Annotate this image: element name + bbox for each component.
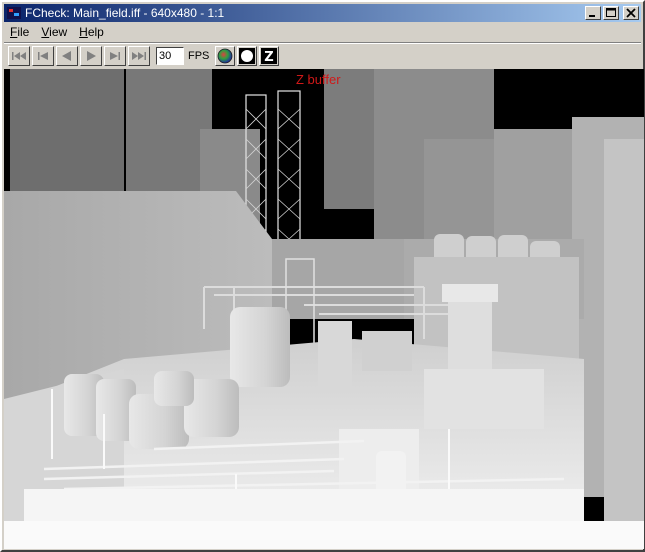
skip-to-start-icon xyxy=(12,52,26,60)
title-bar[interactable]: FCheck: Main_field.iff - 640x480 - 1:1 xyxy=(4,4,641,22)
rgb-channel-icon xyxy=(218,48,233,64)
menu-help[interactable]: Help xyxy=(73,25,110,39)
zdepth-mode-button[interactable]: Z xyxy=(259,46,280,66)
step-forward-button[interactable] xyxy=(104,46,126,66)
play-button[interactable] xyxy=(80,46,102,66)
menu-view-label: iew xyxy=(49,25,68,39)
z-depth-glyph: Z xyxy=(265,50,274,64)
image-viewport[interactable]: Z buffer xyxy=(4,69,644,549)
alpha-mode-button[interactable] xyxy=(237,46,258,66)
z-depth-icon: Z xyxy=(261,48,278,64)
play-reverse-button[interactable] xyxy=(56,46,78,66)
play-icon xyxy=(87,51,96,61)
skip-to-end-button[interactable] xyxy=(128,46,150,66)
menu-file-label: ile xyxy=(17,25,30,39)
minimize-icon xyxy=(589,15,595,17)
menu-help-label: elp xyxy=(87,25,104,39)
rgb-mode-button[interactable] xyxy=(215,46,236,66)
fps-input[interactable] xyxy=(156,47,184,65)
fcheck-window: FCheck: Main_field.iff - 640x480 - 1:1 F… xyxy=(0,0,645,552)
menu-view[interactable]: View xyxy=(35,25,73,39)
skip-to-end-icon xyxy=(132,52,146,60)
window-controls xyxy=(585,6,639,20)
skip-to-start-button[interactable] xyxy=(8,46,30,66)
menu-separator xyxy=(4,42,641,44)
step-back-icon xyxy=(38,52,48,60)
menu-file[interactable]: File xyxy=(4,25,35,39)
zbuffer-render: Z buffer xyxy=(4,69,644,549)
play-reverse-icon xyxy=(62,51,71,61)
alpha-channel-icon xyxy=(239,48,256,64)
maximize-icon xyxy=(606,8,616,17)
app-icon[interactable] xyxy=(7,7,21,19)
channel-label: Z buffer xyxy=(296,72,341,87)
fps-label: FPS xyxy=(188,50,210,62)
maximize-button[interactable] xyxy=(603,6,619,20)
menu-view-mnemonic: V xyxy=(41,25,50,39)
playback-toolbar: FPS Z xyxy=(8,45,281,67)
menu-help-mnemonic: H xyxy=(79,25,88,39)
close-icon xyxy=(626,8,636,18)
menu-bar: File View Help xyxy=(4,23,641,41)
step-back-button[interactable] xyxy=(32,46,54,66)
window-title: FCheck: Main_field.iff - 640x480 - 1:1 xyxy=(25,6,225,20)
minimize-button[interactable] xyxy=(585,6,601,20)
close-button[interactable] xyxy=(623,6,639,20)
step-forward-icon xyxy=(110,52,120,60)
